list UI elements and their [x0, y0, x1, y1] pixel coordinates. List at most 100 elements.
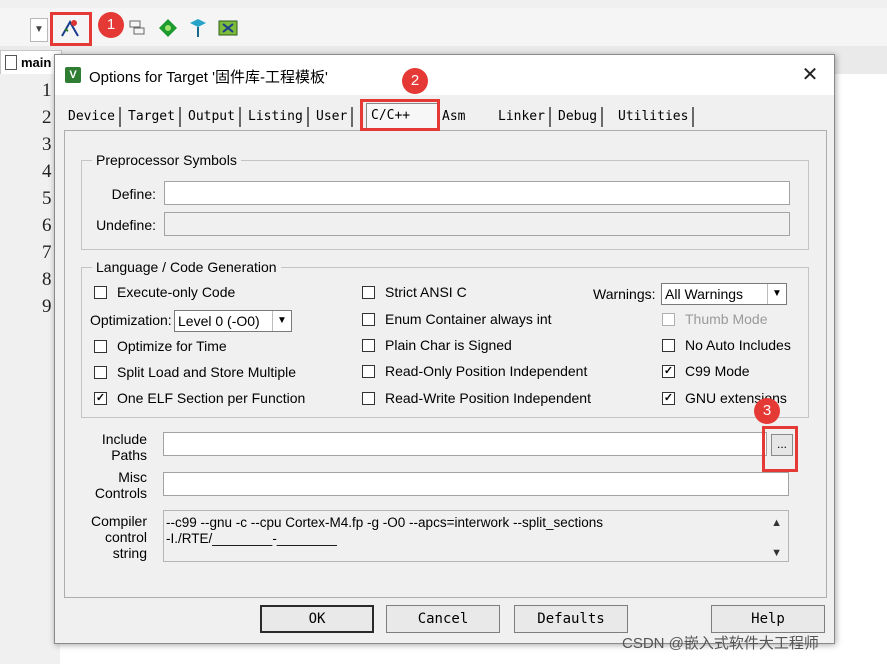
editor-tab-main[interactable]: main [0, 50, 62, 74]
compiler-control-string[interactable]: --c99 --gnu -c --cpu Cortex-M4.fp -g -O0… [163, 510, 789, 562]
thumb-mode-checkbox[interactable]: Thumb Mode [662, 311, 767, 327]
include-paths-input[interactable] [163, 432, 767, 456]
define-label: Define: [111, 186, 156, 202]
chevron-down-icon: ▼ [767, 284, 786, 304]
tab-utilities[interactable]: Utilities [614, 107, 695, 127]
warnings-label: Warnings: [593, 286, 656, 302]
toolbar-dropdown[interactable]: ▼ [30, 18, 48, 42]
checkbox-checked-mark: ✓ [662, 364, 675, 378]
select-packs-icon[interactable] [186, 16, 210, 40]
close-icon[interactable]: ✕ [798, 63, 822, 87]
compiler-line-1: --c99 --gnu -c --cpu Cortex-M4.fp -g -O0… [166, 515, 603, 530]
line-number: 7 [42, 242, 52, 263]
preprocessor-group-title: Preprocessor Symbols [92, 152, 241, 168]
checkbox-checked-mark: ✓ [662, 391, 675, 405]
preprocessor-group: Preprocessor Symbols Define: Undefine: [81, 152, 809, 250]
editor-tab-label: main [21, 55, 52, 70]
tab-asm[interactable]: Asm [438, 107, 498, 127]
define-input[interactable] [164, 181, 790, 205]
checkbox-mark [362, 364, 375, 378]
tab-listing[interactable]: Listing [244, 107, 309, 127]
pack-installer-icon[interactable] [216, 16, 240, 40]
dialog-title: Options for Target '固件库-工程模板' [89, 69, 328, 86]
scroll-up-icon[interactable]: ▲ [771, 515, 782, 531]
scroll-down-icon[interactable]: ▼ [771, 545, 782, 561]
checkbox-checked-mark: ✓ [94, 391, 107, 405]
optimization-label: Optimization: [90, 312, 172, 328]
enum-container-label: Enum Container always int [385, 311, 552, 327]
strict-ansi-label: Strict ANSI C [385, 284, 467, 300]
annotation-badge-step2: 2 [402, 68, 428, 94]
batch-setup-icon[interactable] [126, 16, 150, 40]
misc-label-line1: Misc [118, 469, 147, 485]
options-dialog: V Options for Target '固件库-工程模板' ✕ Device… [54, 54, 835, 644]
help-button[interactable]: Help [711, 605, 825, 633]
tab-output[interactable]: Output [184, 107, 241, 127]
execute-only-checkbox[interactable]: Execute-only Code [94, 284, 235, 300]
thumb-mode-label: Thumb Mode [685, 311, 768, 327]
line-number-gutter: 1 2 3 4 5 6 7 8 9 [0, 74, 60, 664]
document-icon [5, 55, 17, 70]
checkbox-mark [362, 391, 375, 405]
codegen-group: Language / Code Generation Execute-only … [81, 259, 809, 418]
checkbox-mark [94, 339, 107, 353]
chevron-down-icon: ▼ [272, 311, 291, 331]
split-load-label: Split Load and Store Multiple [117, 364, 296, 380]
tab-device[interactable]: Device [64, 107, 121, 127]
optimize-time-checkbox[interactable]: Optimize for Time [94, 338, 227, 354]
rw-position-independent-checkbox[interactable]: Read-Write Position Independent [362, 390, 591, 406]
ro-position-independent-checkbox[interactable]: Read-Only Position Independent [362, 363, 587, 379]
checkbox-mark [94, 365, 107, 379]
tab-linker[interactable]: Linker [494, 107, 551, 127]
ok-button[interactable]: OK [260, 605, 374, 633]
checkbox-mark [362, 338, 375, 352]
line-number: 6 [42, 215, 52, 236]
line-number: 8 [42, 269, 52, 290]
annotation-box-step2 [360, 99, 440, 131]
c99-mode-label: C99 Mode [685, 363, 750, 379]
enum-container-checkbox[interactable]: Enum Container always int [362, 311, 552, 327]
no-auto-includes-label: No Auto Includes [685, 337, 791, 353]
warnings-select[interactable]: All Warnings ▼ [661, 283, 787, 305]
misc-controls-label: Misc Controls [79, 469, 147, 501]
optimize-time-label: Optimize for Time [117, 338, 227, 354]
optimization-select[interactable]: Level 0 (-O0) ▼ [174, 310, 292, 332]
compiler-line-2: -I./RTE/________-________ [166, 531, 337, 546]
codegen-group-title: Language / Code Generation [92, 259, 281, 275]
ide-toolbar: ▼ [0, 8, 887, 47]
tab-debug[interactable]: Debug [554, 107, 604, 127]
split-load-checkbox[interactable]: Split Load and Store Multiple [94, 364, 296, 380]
watermark: CSDN @嵌入式软件大工程师 [622, 635, 819, 652]
undefine-input[interactable] [164, 212, 790, 236]
line-number: 3 [42, 134, 52, 155]
misc-controls-input[interactable] [163, 472, 789, 496]
c99-mode-checkbox[interactable]: ✓ C99 Mode [662, 363, 750, 379]
defaults-button[interactable]: Defaults [514, 605, 628, 633]
annotation-badge-step3: 3 [754, 398, 780, 424]
plain-char-label: Plain Char is Signed [385, 337, 512, 353]
one-elf-checkbox[interactable]: ✓ One ELF Section per Function [94, 390, 305, 406]
compiler-string-label: Compiler control string [79, 513, 147, 561]
checkbox-mark [362, 285, 375, 299]
plain-char-checkbox[interactable]: Plain Char is Signed [362, 337, 512, 353]
no-auto-includes-checkbox[interactable]: No Auto Includes [662, 337, 791, 353]
cancel-button[interactable]: Cancel [386, 605, 500, 633]
undefine-label: Undefine: [96, 217, 156, 233]
checkbox-mark [662, 312, 675, 326]
misc-label-line2: Controls [94, 485, 147, 501]
line-number: 9 [42, 296, 52, 317]
compiler-label-line3: string [112, 545, 147, 561]
include-label-line1: Include [101, 431, 147, 447]
include-paths-label: Include Paths [79, 431, 147, 463]
manage-components-icon[interactable] [156, 16, 180, 40]
tab-user[interactable]: User [312, 107, 354, 127]
checkbox-mark [362, 312, 375, 326]
compiler-label-line1: Compiler [90, 513, 147, 529]
keil-logo-icon: V [65, 67, 81, 83]
dialog-titlebar: V Options for Target '固件库-工程模板' ✕ [55, 55, 834, 95]
strict-ansi-checkbox[interactable]: Strict ANSI C [362, 284, 467, 300]
c-cpp-panel: Preprocessor Symbols Define: Undefine: L… [64, 130, 827, 598]
one-elf-label: One ELF Section per Function [117, 390, 306, 406]
line-number: 5 [42, 188, 52, 209]
tab-target[interactable]: Target [124, 107, 181, 127]
